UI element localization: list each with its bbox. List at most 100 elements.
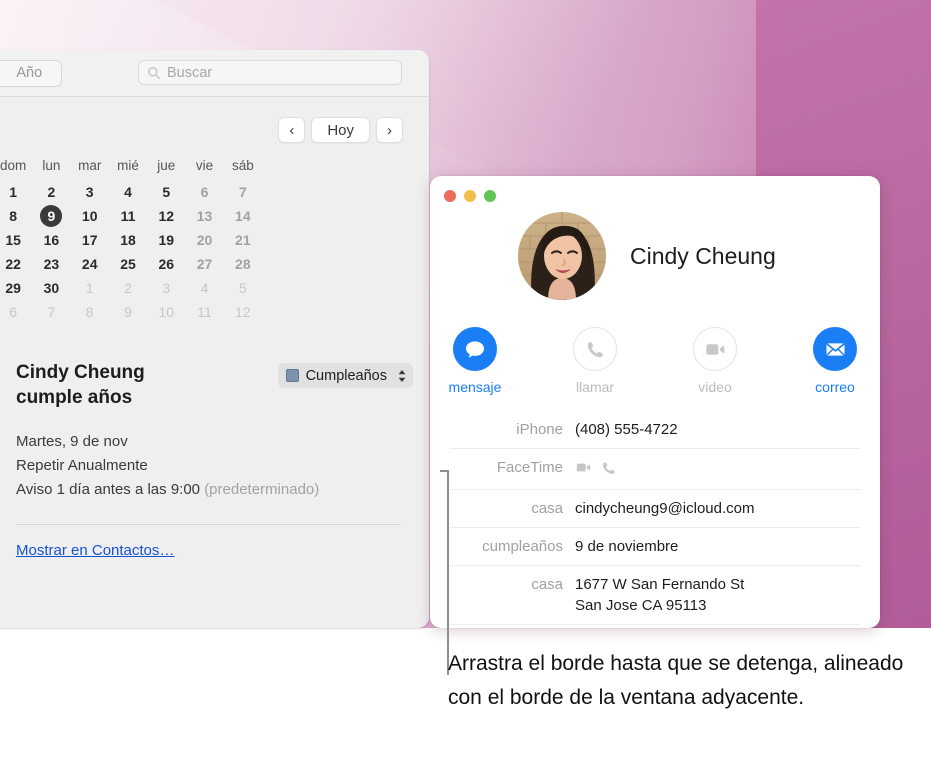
day-cell[interactable]: 10 [147, 300, 185, 324]
event-title-line-1: Cindy Cheung [16, 362, 145, 383]
previous-month-button[interactable]: ‹ [278, 117, 306, 143]
day-cell[interactable]: 13 [185, 204, 223, 228]
week-row: 29 30 1 2 3 4 5 [0, 276, 262, 300]
day-cell[interactable]: 23 [32, 252, 70, 276]
contact-info-value[interactable]: 1677 W San Fernando St San Jose CA 95113 [575, 574, 744, 616]
day-cell[interactable]: 11 [185, 300, 223, 324]
weekday-header-3: mié [117, 158, 139, 173]
day-cell[interactable]: 2 [109, 276, 147, 300]
day-cell[interactable]: 5 [224, 276, 262, 300]
weekday-header-5: vie [195, 158, 214, 173]
segment-year[interactable]: Año [0, 61, 61, 86]
action-video-label: video [698, 379, 732, 395]
day-cell[interactable]: 19 [147, 228, 185, 252]
day-cell[interactable]: 16 [32, 228, 70, 252]
minimize-button[interactable] [464, 190, 476, 202]
screenshot-stage: es Año Buscar ‹ Hoy › domlun marmié jue vie… [0, 0, 931, 758]
day-cell[interactable]: 1 [71, 276, 109, 300]
day-cell[interactable]: 6 [185, 180, 223, 204]
search-placeholder: Buscar [167, 64, 213, 81]
next-month-button[interactable]: › [376, 117, 403, 143]
contact-info-row: cumpleaños 9 de noviembre [450, 527, 860, 565]
action-video[interactable]: video [684, 327, 746, 395]
day-cell[interactable]: 12 [147, 204, 185, 228]
day-cell[interactable]: 2 [32, 180, 70, 204]
contact-name: Cindy Cheung [630, 242, 776, 269]
contact-info-value[interactable]: (408) 555-4722 [575, 419, 678, 440]
day-cell[interactable]: 6 [0, 300, 32, 324]
day-cell[interactable]: 8 [71, 300, 109, 324]
phone-icon[interactable] [601, 460, 617, 481]
callout-bracket-line [447, 470, 449, 675]
day-cell[interactable]: 28 [224, 252, 262, 276]
phone-icon [573, 327, 617, 371]
contact-info-label: casa [531, 576, 563, 593]
day-cell[interactable]: 3 [71, 180, 109, 204]
contact-info-value[interactable]: 9 de noviembre [575, 536, 678, 557]
day-cell[interactable]: 15 [0, 228, 32, 252]
chevron-up-down-icon [397, 368, 407, 384]
day-cell[interactable]: 20 [185, 228, 223, 252]
weekday-header-2: mar [78, 158, 102, 173]
view-segmented-control[interactable]: es Año [0, 59, 63, 87]
action-message[interactable]: mensaje [444, 327, 506, 395]
calendar-picker-label: Cumpleaños [305, 367, 387, 384]
day-cell[interactable]: 8 [0, 204, 32, 228]
day-cell[interactable]: 4 [109, 180, 147, 204]
month-grid: dom lun mar mié jue vie sáb 1 2 3 4 5 6 7 8 9 10 11 12 13 1… [0, 158, 262, 324]
day-cell[interactable]: 30 [32, 276, 70, 300]
action-call[interactable]: llamar [564, 327, 626, 395]
day-cell[interactable]: 18 [109, 228, 147, 252]
zoom-button[interactable] [484, 190, 496, 202]
contact-info-row: iPhone (408) 555-4722 [450, 417, 860, 448]
day-cell[interactable]: 24 [71, 252, 109, 276]
day-cell[interactable]: 11 [109, 204, 147, 228]
search-input[interactable]: Buscar [138, 60, 402, 85]
close-button[interactable] [444, 190, 456, 202]
event-title: Cindy Cheung cumple años [16, 360, 145, 410]
day-cell[interactable]: 7 [224, 180, 262, 204]
day-cell[interactable]: 12 [224, 300, 262, 324]
action-mail[interactable]: correo [804, 327, 866, 395]
contact-info-value[interactable]: cindycheung9@icloud.com [575, 498, 755, 519]
event-title-row: Cindy Cheung cumple años Cumpleaños [16, 360, 413, 410]
day-cell[interactable]: 5 [147, 180, 185, 204]
video-camera-icon[interactable] [575, 459, 592, 481]
weekday-header-4: jue [157, 158, 176, 173]
day-cell-today[interactable]: 9 [32, 204, 70, 228]
day-cell[interactable]: 7 [32, 300, 70, 324]
facetime-icons [575, 457, 617, 481]
event-detail-panel: Cindy Cheung cumple años Cumpleaños Mart… [0, 360, 429, 560]
event-alert-line: Aviso 1 día antes a las 9:00 (predetermi… [16, 478, 413, 502]
today-button[interactable]: Hoy [311, 117, 370, 143]
day-cell[interactable]: 25 [109, 252, 147, 276]
calendar-picker-button[interactable]: Cumpleaños [277, 363, 413, 388]
weekday-header-row: dom lun mar mié jue vie sáb [0, 158, 262, 180]
day-cell[interactable]: 14 [224, 204, 262, 228]
day-cell[interactable]: 22 [0, 252, 32, 276]
calendar-color-swatch [285, 369, 299, 382]
day-cell[interactable]: 17 [71, 228, 109, 252]
day-cell[interactable]: 10 [71, 204, 109, 228]
day-cell[interactable]: 1 [0, 180, 32, 204]
detail-divider [16, 524, 401, 525]
event-info-lines: Martes, 9 de nov Repetir Anualmente Avis… [16, 430, 413, 502]
day-cell[interactable]: 3 [147, 276, 185, 300]
day-cell[interactable]: 26 [147, 252, 185, 276]
day-cell[interactable]: 4 [185, 276, 223, 300]
day-cell[interactable]: 27 [185, 252, 223, 276]
weekday-header-6: sáb [231, 158, 254, 173]
contact-action-row: mensaje llamar video correo [430, 327, 880, 395]
window-traffic-lights [444, 190, 496, 202]
week-row: 6 7 8 9 10 11 12 [0, 300, 262, 324]
event-date-line: Martes, 9 de nov [16, 433, 128, 450]
day-cell[interactable]: 29 [0, 276, 32, 300]
week-row: 22 23 24 25 26 27 28 [0, 252, 262, 276]
day-cell[interactable]: 21 [224, 228, 262, 252]
day-cell[interactable]: 9 [109, 300, 147, 324]
show-in-contacts-link[interactable]: Mostrar en Contactos… [16, 542, 174, 559]
event-alert-text: Aviso 1 día antes a las 9:00 [16, 481, 201, 498]
event-repeat-line: Repetir Anualmente [16, 457, 148, 474]
event-alert-default-tag: (predeterminado) [204, 481, 320, 498]
instruction-caption: Arrastra el borde hasta que se detenga, … [448, 652, 904, 709]
